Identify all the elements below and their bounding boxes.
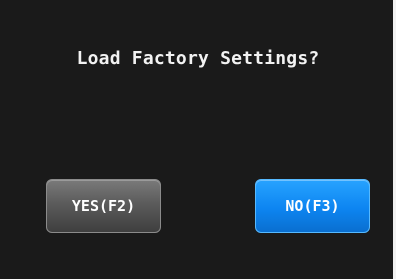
yes-button[interactable]: YES(F2) bbox=[46, 179, 161, 233]
dialog-prompt: Load Factory Settings? bbox=[76, 48, 320, 69]
no-button[interactable]: NO(F3) bbox=[255, 179, 370, 233]
yes-button-label: YES(F2) bbox=[71, 197, 136, 215]
no-button-label: NO(F3) bbox=[285, 197, 340, 215]
screen: Load Factory Settings? YES(F2) NO(F3) bbox=[0, 0, 399, 279]
factory-reset-dialog: Load Factory Settings? YES(F2) NO(F3) bbox=[0, 0, 396, 279]
